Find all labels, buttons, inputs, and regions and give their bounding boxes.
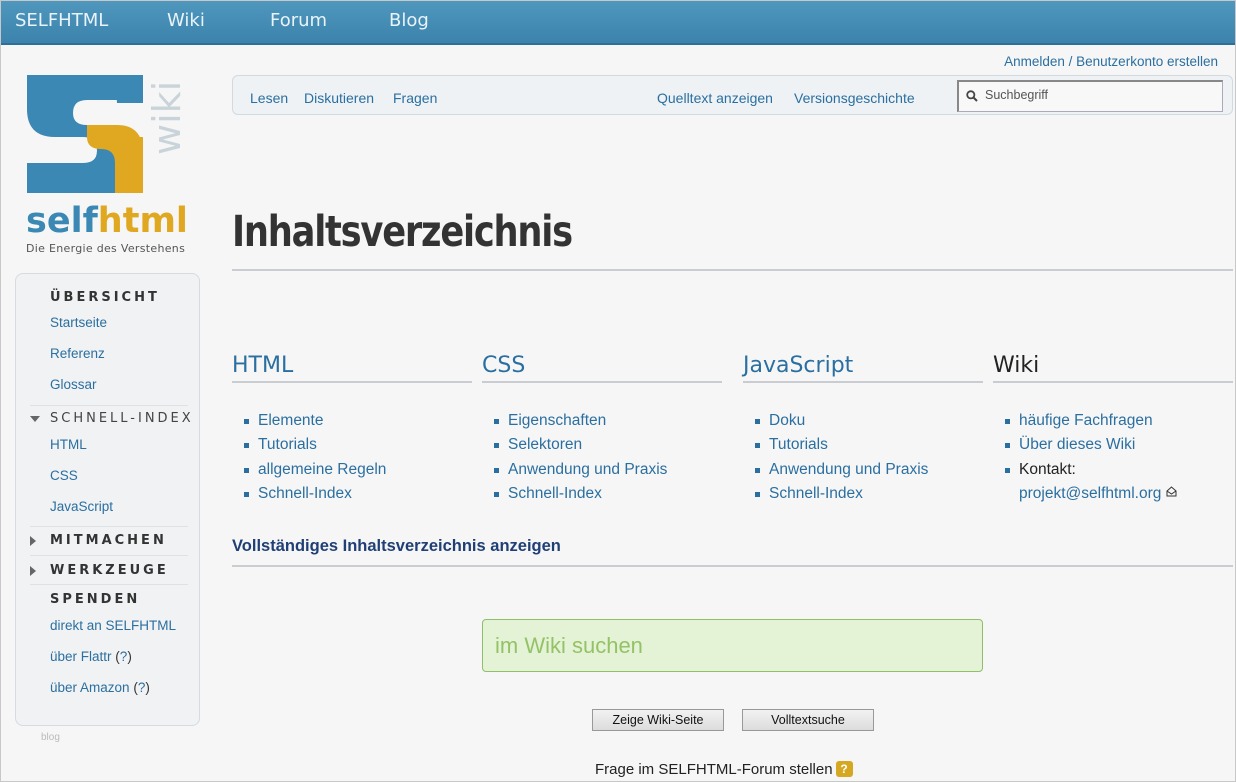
contact-label: Kontakt:	[1019, 460, 1076, 478]
list-item[interactable]: Selektoren	[494, 433, 722, 457]
sidebar-divider	[30, 584, 188, 585]
forum-prompt: Frage im SELFHTML-Forum stellen?	[595, 761, 853, 778]
expand-triangle-icon[interactable]	[30, 536, 36, 546]
column-heading-css[interactable]: CSS	[482, 353, 722, 383]
sidebar-heading-quick-index[interactable]: SCHNELL-INDEX	[50, 411, 194, 426]
tab-view-source[interactable]: Quelltext anzeigen	[657, 90, 773, 106]
login-link[interactable]: Anmelden	[1004, 54, 1065, 69]
sidebar-item-css[interactable]: CSS	[50, 468, 78, 483]
search-icon[interactable]	[966, 90, 978, 102]
sidebar: ÜBERSICHT Startseite Referenz Glossar SC…	[15, 273, 200, 726]
account-links: Anmelden / Benutzerkonto erstellen	[1004, 54, 1218, 69]
sidebar-divider	[30, 526, 188, 527]
column-javascript: JavaScript Doku Tutorials Anwendung und …	[743, 353, 983, 506]
sidebar-item-donate-flattr: über Flattr (?)	[50, 649, 132, 664]
full-index-divider	[232, 565, 1233, 567]
column-css: CSS Eigenschaften Selektoren Anwendung u…	[482, 353, 722, 506]
sidebar-heading-donate: SPENDEN	[50, 592, 141, 607]
sidebar-divider	[30, 555, 188, 556]
tab-history[interactable]: Versionsgeschichte	[794, 90, 915, 106]
list-item[interactable]: Schnell-Index	[244, 482, 472, 506]
sidebar-item-html[interactable]: HTML	[50, 437, 87, 452]
sidebar-item-glossar[interactable]: Glossar	[50, 377, 97, 392]
wiki-vertical-label: wiki	[145, 80, 189, 155]
sidebar-item-donate-direct[interactable]: direkt an SELFHTML	[50, 618, 176, 633]
page-title: Inhaltsverzeichnis	[232, 207, 573, 257]
list-item[interactable]: Anwendung und Praxis	[755, 458, 983, 482]
search-input[interactable]	[985, 88, 1215, 102]
topnav-blog[interactable]: Blog	[389, 10, 429, 31]
search-box[interactable]	[957, 80, 1223, 112]
sidebar-divider	[30, 405, 188, 406]
logo-tagline: Die Energie des Verstehens	[26, 242, 186, 255]
collapse-triangle-icon[interactable]	[30, 416, 40, 422]
question-mark-icon[interactable]: ?	[835, 761, 853, 777]
contact-item: Kontakt: projekt@selfhtml.org	[1005, 458, 1233, 507]
show-wiki-page-button[interactable]: Zeige Wiki-Seite	[592, 709, 724, 731]
register-link[interactable]: Benutzerkonto erstellen	[1076, 54, 1218, 69]
fulltext-search-button[interactable]: Volltextsuche	[742, 709, 874, 731]
mail-icon	[1166, 486, 1177, 497]
full-index-link[interactable]: Vollständiges Inhaltsverzeichnis anzeige…	[232, 537, 561, 556]
list-item[interactable]: Elemente	[244, 409, 472, 433]
list-item[interactable]: Über dieses Wiki	[1005, 433, 1233, 457]
title-divider	[232, 269, 1233, 271]
sidebar-item-javascript[interactable]: JavaScript	[50, 499, 113, 514]
column-heading-wiki: Wiki	[993, 353, 1233, 383]
forum-prompt-link[interactable]: Frage im SELFHTML-Forum stellen	[595, 761, 833, 778]
sidebar-heading-contribute[interactable]: MITMACHEN	[50, 533, 167, 548]
column-heading-javascript[interactable]: JavaScript	[743, 353, 983, 383]
list-item[interactable]: häufige Fachfragen	[1005, 409, 1233, 433]
tab-read[interactable]: Lesen	[250, 90, 288, 106]
sidebar-item-donate-amazon: über Amazon (?)	[50, 680, 150, 695]
wiki-search-input[interactable]	[495, 633, 965, 659]
sidebar-heading-overview: ÜBERSICHT	[50, 290, 160, 305]
sidebar-item-startseite[interactable]: Startseite	[50, 315, 107, 330]
list-item[interactable]: Tutorials	[244, 433, 472, 457]
top-navigation-bar: SELFHTML Wiki Forum Blog	[1, 1, 1235, 45]
sidebar-item-referenz[interactable]: Referenz	[50, 346, 105, 361]
topnav-forum[interactable]: Forum	[270, 10, 327, 31]
column-wiki: Wiki häufige Fachfragen Über dieses Wiki…	[993, 353, 1233, 506]
expand-triangle-icon[interactable]	[30, 566, 36, 576]
wiki-search-box[interactable]	[482, 619, 983, 672]
list-item[interactable]: Anwendung und Praxis	[494, 458, 722, 482]
faint-blog-label: blog	[41, 732, 60, 743]
topnav-wiki[interactable]: Wiki	[167, 10, 205, 31]
list-item[interactable]: Doku	[755, 409, 983, 433]
sidebar-heading-tools[interactable]: WERKZEUGE	[50, 563, 169, 578]
tab-ask[interactable]: Fragen	[393, 90, 437, 106]
list-item[interactable]: Schnell-Index	[755, 482, 983, 506]
column-html: HTML Elemente Tutorials allgemeine Regel…	[232, 353, 472, 506]
page-tabs-bar: Lesen Diskutieren Fragen Quelltext anzei…	[232, 75, 1233, 115]
column-heading-html[interactable]: HTML	[232, 353, 472, 383]
list-item[interactable]: Schnell-Index	[494, 482, 722, 506]
list-item[interactable]: Tutorials	[755, 433, 983, 457]
tab-discuss[interactable]: Diskutieren	[304, 90, 374, 106]
list-item[interactable]: Eigenschaften	[494, 409, 722, 433]
topnav-selfhtml[interactable]: SELFHTML	[15, 10, 108, 31]
logo-wordmark[interactable]: selfhtml	[26, 201, 188, 241]
list-item[interactable]: allgemeine Regeln	[244, 458, 472, 482]
contact-email-link[interactable]: projekt@selfhtml.org	[1019, 485, 1161, 502]
